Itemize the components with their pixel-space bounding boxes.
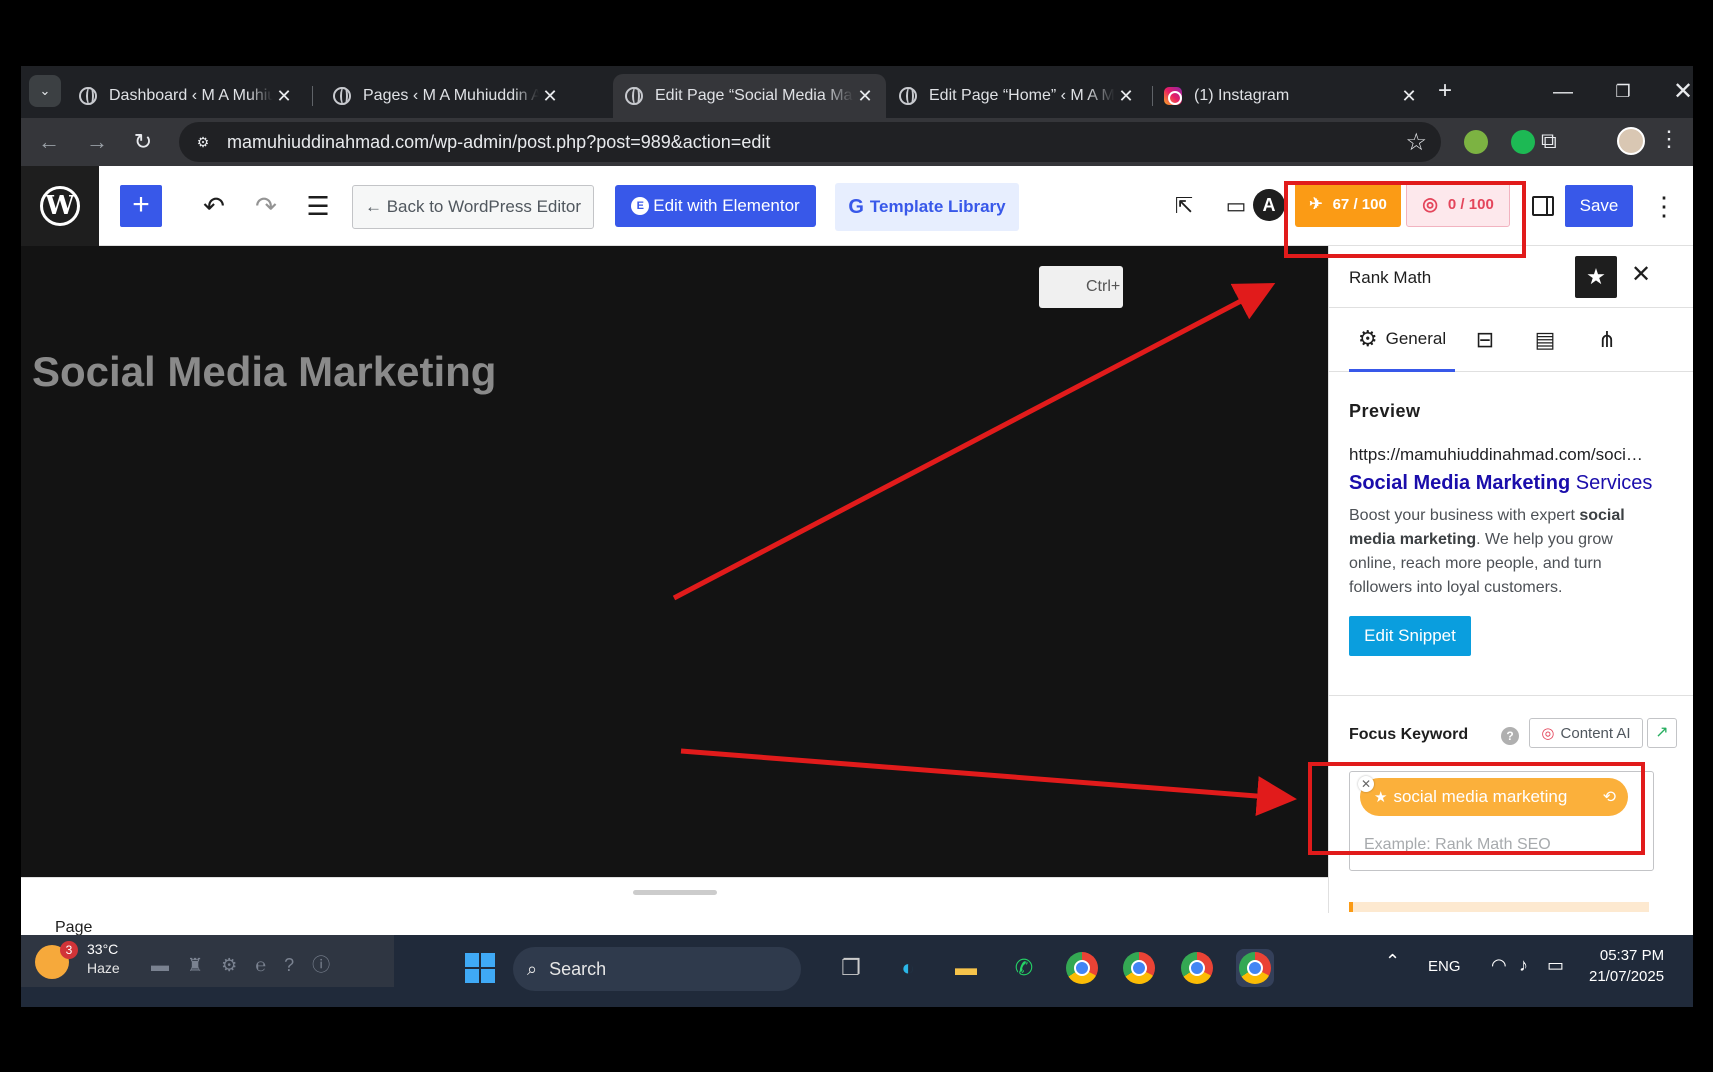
annotation-arrows bbox=[672, 283, 1297, 816]
arrow-to-keyword bbox=[680, 748, 1297, 816]
arrow-to-scores bbox=[672, 283, 1276, 601]
